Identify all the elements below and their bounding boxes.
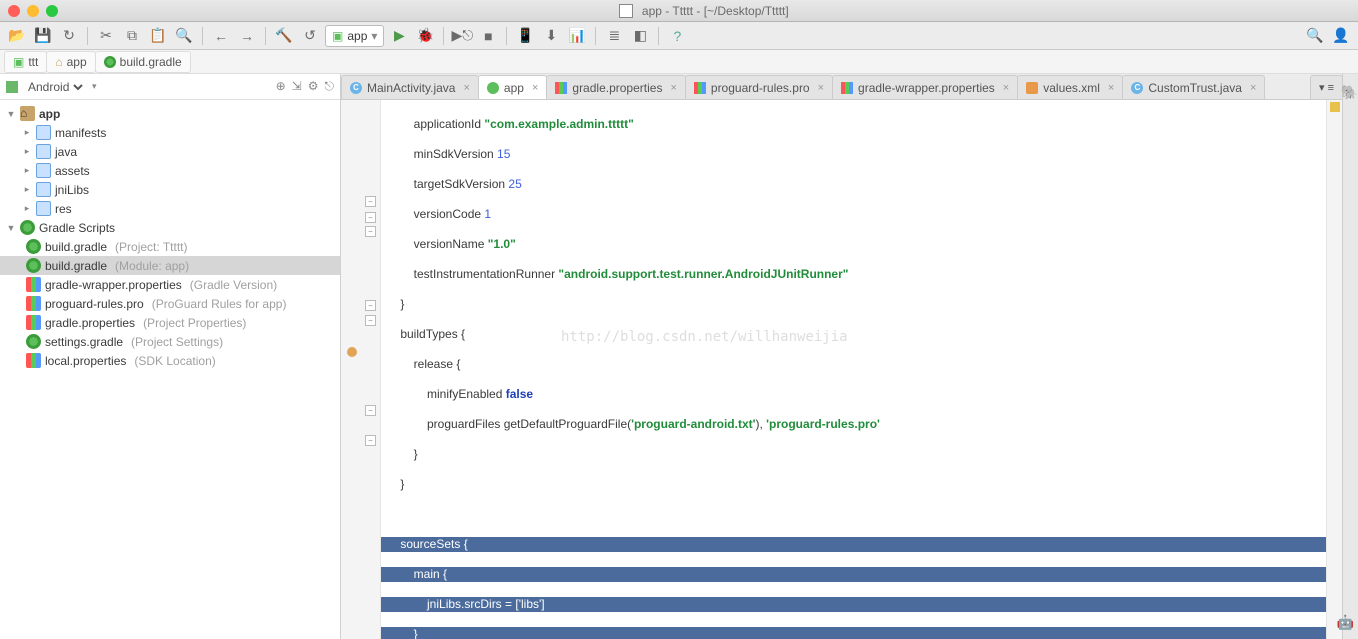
minimize-window-icon[interactable] [27, 5, 39, 17]
debug-icon[interactable]: 🐞 [414, 25, 436, 47]
layout-icon[interactable]: ◧ [629, 25, 651, 47]
hide-icon[interactable]: ⎋ [325, 79, 335, 94]
tree-item[interactable]: proguard-rules.pro(ProGuard Rules for ap… [0, 294, 340, 313]
editor-tab[interactable]: app× [478, 75, 547, 99]
gradle-icon: 🐘 [1341, 84, 1358, 101]
close-tab-icon[interactable]: × [532, 82, 538, 94]
close-tab-icon[interactable]: × [1250, 82, 1256, 94]
save-icon[interactable]: 💾 [32, 25, 54, 47]
tree-item[interactable]: ▸res [0, 199, 340, 218]
editor-tab[interactable]: CCustomTrust.java× [1122, 75, 1265, 99]
tree-item[interactable]: ▸assets [0, 161, 340, 180]
search-everywhere-icon[interactable]: 🔍 [1304, 25, 1326, 47]
close-tab-icon[interactable]: × [670, 82, 676, 94]
editor-tab[interactable]: CMainActivity.java× [341, 75, 479, 99]
user-icon[interactable]: 👤 [1330, 25, 1352, 47]
breakpoint-icon[interactable] [347, 347, 357, 357]
editor-tab[interactable]: values.xml× [1017, 75, 1123, 99]
editor-tab[interactable]: proguard-rules.pro× [685, 75, 833, 99]
code-editor[interactable]: applicationId "com.example.admin.ttttt" … [381, 100, 1326, 639]
cut-icon[interactable]: ✂ [95, 25, 117, 47]
mac-titlebar: app - Ttttt - [~/Desktop/Ttttt] [0, 0, 1358, 22]
open-icon[interactable]: 📂 [6, 25, 28, 47]
project-view-selector[interactable]: Android [24, 79, 86, 95]
close-tab-icon[interactable]: × [1003, 82, 1009, 94]
profiler-icon[interactable]: 📊 [566, 25, 588, 47]
editor-tab[interactable]: gradle-wrapper.properties× [832, 75, 1018, 99]
settings-icon[interactable]: ⚙ [308, 79, 319, 94]
tree-item[interactable]: gradle.properties(Project Properties) [0, 313, 340, 332]
tree-item[interactable]: ▸manifests [0, 123, 340, 142]
tree-item[interactable]: gradle-wrapper.properties(Gradle Version… [0, 275, 340, 294]
gradle-tool-button[interactable]: 🐘 Gradle [1342, 74, 1358, 639]
tree-item[interactable]: settings.gradle(Project Settings) [0, 332, 340, 351]
main-toolbar: 📂 💾 ↻ ✂ ⧉ 📋 🔍 ← → 🔨 ↺ ▣app▾ ▶ 🐞 ▶⎋ ■ 📱 ⬇… [0, 22, 1358, 50]
close-tab-icon[interactable]: × [818, 82, 824, 94]
run-icon[interactable]: ▶ [388, 25, 410, 47]
copy-icon[interactable]: ⧉ [121, 25, 143, 47]
back-icon[interactable]: ← [210, 25, 232, 47]
warning-marker-icon[interactable] [1330, 102, 1340, 112]
tree-item[interactable]: build.gradle(Module: app) [0, 256, 340, 275]
project-header: Android ▾ ⊕ ⇲ ⚙ ⎋ [0, 74, 340, 100]
editor-gutter[interactable]: − − − − − − − [341, 100, 381, 639]
avd-icon[interactable]: 📱 [514, 25, 536, 47]
android-icon[interactable]: 🤖 [1337, 614, 1354, 631]
attach-icon[interactable]: ▶⎋ [451, 25, 473, 47]
editor-error-stripe[interactable] [1326, 100, 1342, 639]
maximize-window-icon[interactable] [46, 5, 58, 17]
breadcrumb-bar: ▣ttt ⌂app build.gradle [0, 50, 1358, 74]
stop-icon[interactable]: ■ [477, 25, 499, 47]
close-tab-icon[interactable]: × [1108, 82, 1114, 94]
project-tree[interactable]: ▼⌂app ▸manifests▸java▸assets▸jniLibs▸res… [0, 100, 340, 639]
sync-gradle-icon[interactable]: ↺ [299, 25, 321, 47]
tree-item[interactable]: local.properties(SDK Location) [0, 351, 340, 370]
forward-icon[interactable]: → [236, 25, 258, 47]
editor-tabs: CMainActivity.java×app×gradle.properties… [341, 74, 1342, 100]
tree-item[interactable]: build.gradle(Project: Ttttt) [0, 237, 340, 256]
sdk-icon[interactable]: ⬇ [540, 25, 562, 47]
close-window-icon[interactable] [8, 5, 20, 17]
breadcrumb-item[interactable]: ⌂app [46, 51, 95, 73]
find-icon[interactable]: 🔍 [173, 25, 195, 47]
help-icon[interactable]: ? [666, 25, 688, 47]
project-tool-window: Android ▾ ⊕ ⇲ ⚙ ⎋ ▼⌂app ▸manifests▸java▸… [0, 74, 341, 639]
tree-item[interactable]: ▸jniLibs [0, 180, 340, 199]
editor-area: CMainActivity.java×app×gradle.properties… [341, 74, 1342, 639]
paste-icon[interactable]: 📋 [147, 25, 169, 47]
tree-root[interactable]: ▼⌂app [0, 104, 340, 123]
editor-tab[interactable]: gradle.properties× [546, 75, 686, 99]
target-icon[interactable]: ⊕ [276, 79, 286, 94]
close-tab-icon[interactable]: × [463, 82, 469, 94]
structure-icon[interactable]: ≣ [603, 25, 625, 47]
tree-gradle-root[interactable]: ▼Gradle Scripts [0, 218, 340, 237]
window-title: app - Ttttt - [~/Desktop/Ttttt] [58, 3, 1350, 19]
breadcrumb-item[interactable]: build.gradle [95, 51, 191, 73]
window-controls [8, 5, 58, 17]
run-config-selector[interactable]: ▣app▾ [325, 25, 384, 47]
breadcrumb-item[interactable]: ▣ttt [4, 51, 47, 73]
file-icon [619, 4, 633, 18]
sync-icon[interactable]: ↻ [58, 25, 80, 47]
build-icon[interactable]: 🔨 [273, 25, 295, 47]
collapse-icon[interactable]: ⇲ [292, 79, 302, 94]
tree-item[interactable]: ▸java [0, 142, 340, 161]
